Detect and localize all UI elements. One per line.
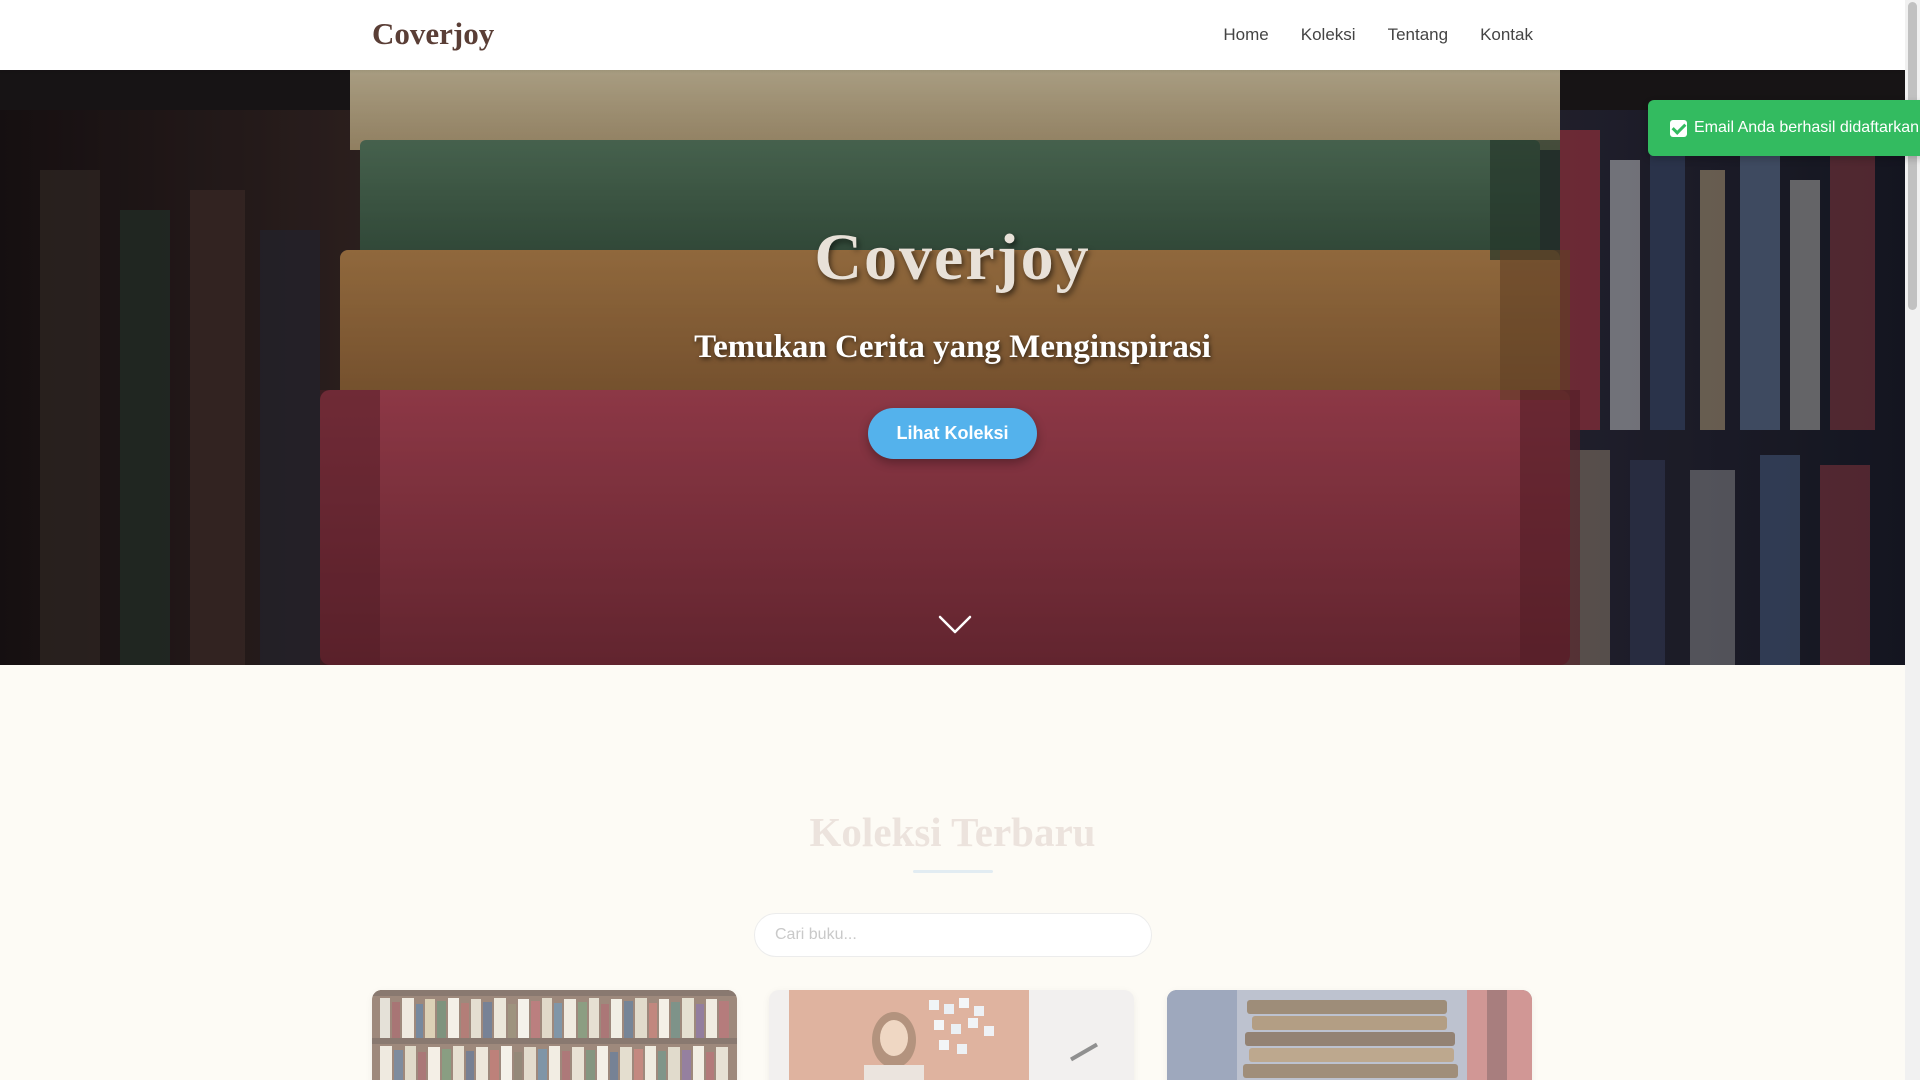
book-card[interactable] xyxy=(769,990,1134,1080)
page: Coverjoy Home Koleksi Tentang Kontak Cov… xyxy=(0,0,1905,1080)
hero-section: Coverjoy Temukan Cerita yang Menginspira… xyxy=(0,70,1905,665)
success-toast: Email Anda berhasil didaftarkan! xyxy=(1648,100,1920,156)
chevron-down-icon[interactable] xyxy=(938,614,972,636)
hero-subtitle: Temukan Cerita yang Menginspirasi xyxy=(694,329,1211,365)
scrollbar-thumb[interactable] xyxy=(1908,2,1917,310)
title-underline xyxy=(913,870,993,873)
nav-link-tentang[interactable]: Tentang xyxy=(1388,25,1449,45)
check-icon xyxy=(1670,119,1687,137)
brand-logo[interactable]: Coverjoy xyxy=(372,14,494,54)
book-card[interactable] xyxy=(1167,990,1532,1080)
view-collection-button[interactable]: Lihat Koleksi xyxy=(868,408,1037,459)
nav-link-koleksi[interactable]: Koleksi xyxy=(1301,25,1356,45)
nav-links: Home Koleksi Tentang Kontak xyxy=(1223,0,1533,70)
section-title: Koleksi Terbaru xyxy=(809,809,1096,855)
nav-link-kontak[interactable]: Kontak xyxy=(1480,25,1533,45)
nav-link-home[interactable]: Home xyxy=(1223,25,1268,45)
hero-title: Coverjoy xyxy=(814,221,1091,294)
toast-message: Email Anda berhasil didaftarkan! xyxy=(1694,119,1920,136)
navbar: Coverjoy Home Koleksi Tentang Kontak xyxy=(0,0,1905,70)
book-card[interactable] xyxy=(372,990,737,1080)
search-input[interactable] xyxy=(754,913,1152,957)
